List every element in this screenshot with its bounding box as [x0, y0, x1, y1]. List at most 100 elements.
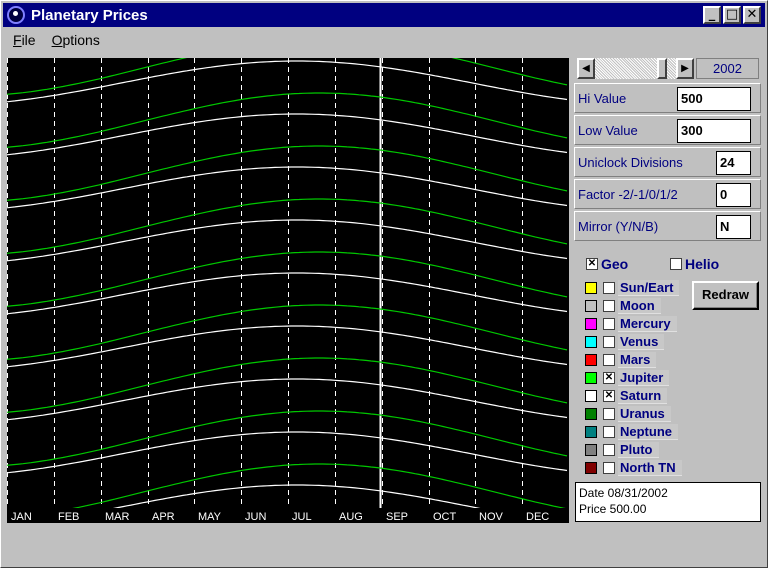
- month-tick-label: FEB: [58, 511, 79, 523]
- minimize-button[interactable]: _: [703, 6, 721, 24]
- maximize-button[interactable]: □: [723, 6, 741, 24]
- planet-row[interactable]: Pluto: [585, 441, 659, 459]
- planetary-chart[interactable]: JAN FEB MAR APR MAY JUN JUL AUG SEP OCT NOV DEC: [7, 58, 569, 523]
- jupiter-curve: [7, 198, 568, 254]
- planet-row[interactable]: North TN: [585, 459, 682, 477]
- uniclock-input[interactable]: 24: [716, 151, 751, 175]
- planet-checkbox[interactable]: [603, 444, 615, 456]
- menu-bar: File Options: [3, 29, 100, 51]
- hi-value-input[interactable]: 500: [677, 87, 751, 111]
- geo-option[interactable]: ✕ Geo: [586, 256, 628, 272]
- planet-checkbox[interactable]: ✕: [603, 390, 615, 402]
- planet-checkbox[interactable]: [603, 462, 615, 474]
- menu-options[interactable]: Options: [52, 32, 100, 48]
- planet-app-icon[interactable]: [7, 6, 25, 24]
- low-value-row: Low Value 300: [574, 115, 761, 145]
- jupiter-curve: [7, 304, 568, 360]
- planet-row[interactable]: Uranus: [585, 405, 671, 423]
- year-scrollbar[interactable]: ◀ ▶: [577, 58, 694, 79]
- jupiter-curve: [7, 92, 568, 148]
- planet-checkbox[interactable]: ✕: [603, 372, 615, 384]
- mirror-input[interactable]: N: [716, 215, 751, 239]
- menu-file[interactable]: File: [13, 32, 36, 48]
- planet-row[interactable]: Neptune: [585, 423, 678, 441]
- saturn-curve: [7, 113, 568, 156]
- month-tick-label: DEC: [526, 511, 549, 523]
- planet-row[interactable]: Mercury: [585, 315, 677, 333]
- hi-value-label: Hi Value: [578, 91, 627, 106]
- factor-label: Factor -2/-1/0/1/2: [578, 187, 678, 202]
- saturn-curve: [7, 378, 568, 421]
- app-window: Planetary Prices _ □ ✕ File Options JAN F…: [0, 0, 768, 568]
- scroll-left-arrow-icon[interactable]: ◀: [577, 58, 595, 79]
- month-tick-label: APR: [152, 511, 175, 523]
- planet-checkbox[interactable]: [603, 282, 615, 294]
- planet-color-swatch: [585, 462, 597, 474]
- planet-label: Uranus: [618, 406, 671, 422]
- planet-row[interactable]: Moon: [585, 297, 661, 315]
- planet-label: Mars: [618, 352, 657, 368]
- planetary-chart-canvas: JAN FEB MAR APR MAY JUN JUL AUG SEP OCT NOV DEC: [7, 58, 569, 523]
- planet-label: Pluto: [618, 442, 659, 458]
- saturn-curve: [7, 431, 568, 474]
- planet-color-swatch: [585, 408, 597, 420]
- planet-checkbox[interactable]: [603, 300, 615, 312]
- factor-input[interactable]: 0: [716, 183, 751, 207]
- mirror-row: Mirror (Y/N/B) N: [574, 211, 761, 241]
- month-tick-label: NOV: [479, 511, 504, 523]
- redraw-button[interactable]: Redraw: [692, 281, 759, 310]
- planet-color-swatch: [585, 318, 597, 330]
- jupiter-curve: [7, 251, 568, 307]
- planet-color-swatch: [585, 372, 597, 384]
- planet-row[interactable]: ✕ Jupiter: [585, 369, 670, 387]
- planet-color-swatch: [585, 336, 597, 348]
- planet-checkbox[interactable]: [603, 318, 615, 330]
- window-title: Planetary Prices: [31, 6, 148, 24]
- planet-checkbox[interactable]: [603, 408, 615, 420]
- uniclock-label: Uniclock Divisions: [578, 155, 683, 170]
- planet-row[interactable]: Sun/Eart: [585, 279, 680, 297]
- month-tick-label: AUG: [339, 511, 363, 523]
- saturn-curve: [7, 219, 568, 262]
- planet-row[interactable]: Venus: [585, 333, 665, 351]
- helio-option[interactable]: Helio: [670, 256, 719, 272]
- saturn-curve: [7, 60, 568, 103]
- helio-checkbox[interactable]: [670, 258, 682, 270]
- saturn-curve: [7, 325, 568, 368]
- planet-label: North TN: [618, 460, 682, 476]
- planet-label: Jupiter: [618, 370, 670, 386]
- planet-color-swatch: [585, 282, 597, 294]
- jupiter-curve: [7, 145, 568, 201]
- planet-row[interactable]: ✕ Saturn: [585, 387, 668, 405]
- planet-color-swatch: [585, 390, 597, 402]
- jupiter-curve: [7, 357, 568, 413]
- scroll-right-arrow-icon[interactable]: ▶: [676, 58, 694, 79]
- planet-label: Neptune: [618, 424, 678, 440]
- scroll-track[interactable]: [595, 58, 676, 79]
- planet-checkbox[interactable]: [603, 426, 615, 438]
- geo-helio-row: ✕ Geo Helio: [574, 251, 761, 276]
- planet-label: Moon: [618, 298, 661, 314]
- uniclock-row: Uniclock Divisions 24: [574, 147, 761, 177]
- month-tick-label: JUL: [292, 511, 312, 523]
- scroll-thumb[interactable]: [657, 58, 667, 79]
- month-tick-label: MAR: [105, 511, 130, 523]
- month-tick-label: OCT: [433, 511, 457, 523]
- planet-row[interactable]: Mars: [585, 351, 657, 369]
- geo-checkbox[interactable]: ✕: [586, 258, 598, 270]
- geo-label: Geo: [601, 256, 629, 272]
- planet-label: Saturn: [618, 388, 668, 404]
- planet-checkbox[interactable]: [603, 336, 615, 348]
- month-tick-label: JAN: [11, 511, 32, 523]
- month-tick-label: JUN: [245, 511, 266, 523]
- low-value-input[interactable]: 300: [677, 119, 751, 143]
- planet-color-swatch: [585, 444, 597, 456]
- hi-value-row: Hi Value 500: [574, 83, 761, 113]
- factor-row: Factor -2/-1/0/1/2 0: [574, 179, 761, 209]
- close-button[interactable]: ✕: [743, 6, 761, 24]
- helio-label: Helio: [685, 256, 720, 272]
- planet-checkbox[interactable]: [603, 354, 615, 366]
- month-tick-label: MAY: [198, 511, 222, 523]
- title-bar[interactable]: Planetary Prices _ □ ✕: [3, 3, 765, 27]
- planet-color-swatch: [585, 300, 597, 312]
